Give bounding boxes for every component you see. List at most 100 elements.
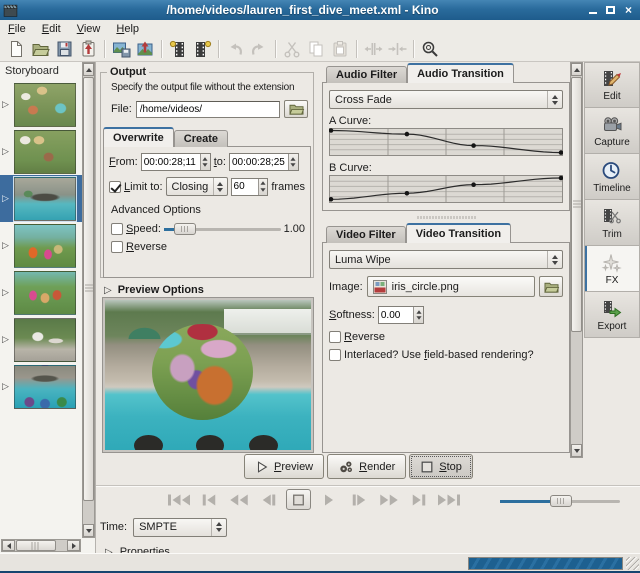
- cut-button[interactable]: [280, 38, 304, 60]
- clip-thumbnail[interactable]: [14, 130, 76, 174]
- clip-thumbnail[interactable]: [14, 318, 76, 362]
- undo-button[interactable]: [223, 38, 247, 60]
- spinner-arrows[interactable]: [200, 154, 210, 170]
- next-scene-button[interactable]: [406, 489, 431, 510]
- scrollbar-thumb[interactable]: [83, 77, 94, 501]
- spinner-arrows[interactable]: [413, 307, 422, 323]
- speed-slider[interactable]: [164, 223, 281, 235]
- copy-button[interactable]: [304, 38, 328, 60]
- zoom-button[interactable]: [418, 38, 442, 60]
- join-clip-button[interactable]: [385, 38, 409, 60]
- save-file-button[interactable]: [52, 38, 76, 60]
- scroll-left-button[interactable]: [2, 540, 15, 551]
- luma-image-button[interactable]: iris_circle.png: [367, 276, 535, 297]
- spinner-arrows[interactable]: [258, 179, 267, 195]
- stop-playback-button[interactable]: [286, 489, 311, 510]
- clip-expander-icon[interactable]: ▷: [2, 381, 14, 392]
- video-transition-combo[interactable]: Luma Wipe: [329, 250, 563, 269]
- menu-view[interactable]: View: [69, 22, 109, 36]
- speed-checkbox[interactable]: [111, 223, 123, 235]
- rewind-button[interactable]: [226, 489, 251, 510]
- split-clip-button[interactable]: [361, 38, 385, 60]
- storyboard-clip-2[interactable]: ▷: [0, 128, 82, 175]
- new-file-button[interactable]: [4, 38, 28, 60]
- to-time-input[interactable]: [230, 154, 288, 170]
- storyboard-vscrollbar[interactable]: [82, 62, 95, 538]
- fast-forward-button[interactable]: [376, 489, 401, 510]
- mode-export-button[interactable]: Export: [584, 292, 640, 338]
- shuttle-slider[interactable]: [500, 495, 620, 507]
- mode-fx-button[interactable]: FX: [584, 246, 640, 292]
- softness-input[interactable]: [379, 307, 414, 323]
- mode-trim-button[interactable]: Trim: [584, 200, 640, 246]
- mode-capture-button[interactable]: Capture: [584, 108, 640, 154]
- import-file-button[interactable]: [76, 38, 100, 60]
- panel-vscrollbar[interactable]: [570, 62, 583, 458]
- tab-create[interactable]: Create: [174, 130, 228, 147]
- limit-to-checkbox[interactable]: [109, 181, 121, 193]
- clip-thumbnail[interactable]: [14, 83, 76, 127]
- tab-overwrite[interactable]: Overwrite: [103, 127, 174, 147]
- previous-scene-button[interactable]: [196, 489, 221, 510]
- titlebar[interactable]: /home/videos/lauren_first_dive_meet.xml …: [0, 0, 640, 20]
- tab-audio-transition[interactable]: Audio Transition: [407, 63, 514, 83]
- video-reverse-checkbox[interactable]: [329, 331, 341, 343]
- resize-grip-icon[interactable]: [626, 557, 639, 570]
- slider-handle[interactable]: [550, 495, 572, 507]
- storyboard-clip-5[interactable]: ▷: [0, 269, 82, 316]
- storyboard-clip-1[interactable]: ▷: [0, 81, 82, 128]
- open-file-button[interactable]: [28, 38, 52, 60]
- storyboard-clip-4[interactable]: ▷: [0, 222, 82, 269]
- reverse-checkbox[interactable]: [111, 241, 123, 253]
- softness-spinner[interactable]: [378, 306, 424, 324]
- storyboard-hscrollbar[interactable]: [1, 539, 81, 552]
- tab-audio-filter[interactable]: Audio Filter: [326, 66, 407, 83]
- scrollbar-thumb[interactable]: [571, 77, 582, 332]
- tab-video-filter[interactable]: Video Filter: [326, 226, 406, 243]
- interlaced-checkbox[interactable]: [329, 349, 341, 361]
- slider-handle[interactable]: [174, 223, 196, 235]
- clip-expander-icon[interactable]: ▷: [2, 193, 14, 204]
- clip-thumbnail[interactable]: [14, 177, 76, 221]
- save-still-frame-button[interactable]: [109, 38, 133, 60]
- output-file-input[interactable]: [136, 101, 280, 118]
- clip-thumbnail[interactable]: [14, 271, 76, 315]
- paste-button[interactable]: [328, 38, 352, 60]
- clip-expander-icon[interactable]: ▷: [2, 334, 14, 345]
- scrollbar-thumb[interactable]: [16, 540, 56, 551]
- clip-thumbnail[interactable]: [14, 224, 76, 268]
- publish-still-frame-button[interactable]: [133, 38, 157, 60]
- browse-file-button[interactable]: [284, 100, 308, 118]
- render-button[interactable]: Render: [327, 454, 406, 479]
- from-time-input[interactable]: [142, 154, 200, 170]
- scroll-up-button[interactable]: [571, 63, 582, 76]
- clip-expander-icon[interactable]: ▷: [2, 99, 14, 110]
- clip-expander-icon[interactable]: ▷: [2, 240, 14, 251]
- pane-resize-handle[interactable]: [416, 215, 476, 220]
- maximize-button[interactable]: [602, 3, 619, 18]
- b-curve-graph[interactable]: [329, 175, 563, 203]
- menu-file[interactable]: File: [0, 22, 34, 36]
- limit-frames-input[interactable]: [232, 179, 259, 195]
- storyboard-clip-3[interactable]: ▷: [0, 175, 82, 222]
- preview-options-expander[interactable]: ▷ Preview Options: [104, 284, 204, 296]
- minimize-button[interactable]: [584, 3, 601, 18]
- scroll-up-button[interactable]: [83, 63, 94, 76]
- a-curve-graph[interactable]: [329, 128, 563, 156]
- seek-start-button[interactable]: [166, 489, 191, 510]
- mode-timeline-button[interactable]: Timeline: [584, 154, 640, 200]
- insert-before-button[interactable]: [166, 38, 190, 60]
- time-format-combo[interactable]: SMPTE: [133, 518, 227, 537]
- to-time-spinner[interactable]: [229, 153, 299, 171]
- scroll-down-button[interactable]: [571, 444, 582, 457]
- spinner-arrows[interactable]: [288, 154, 298, 170]
- storyboard-clip-6[interactable]: ▷: [0, 316, 82, 363]
- from-time-spinner[interactable]: [141, 153, 211, 171]
- storyboard-clip-7[interactable]: ▷: [0, 363, 82, 410]
- clip-expander-icon[interactable]: ▷: [2, 287, 14, 298]
- browse-image-button[interactable]: [539, 276, 563, 297]
- redo-button[interactable]: [247, 38, 271, 60]
- play-button[interactable]: [316, 489, 341, 510]
- close-button[interactable]: ×: [620, 3, 637, 18]
- stop-button[interactable]: Stop: [409, 454, 473, 479]
